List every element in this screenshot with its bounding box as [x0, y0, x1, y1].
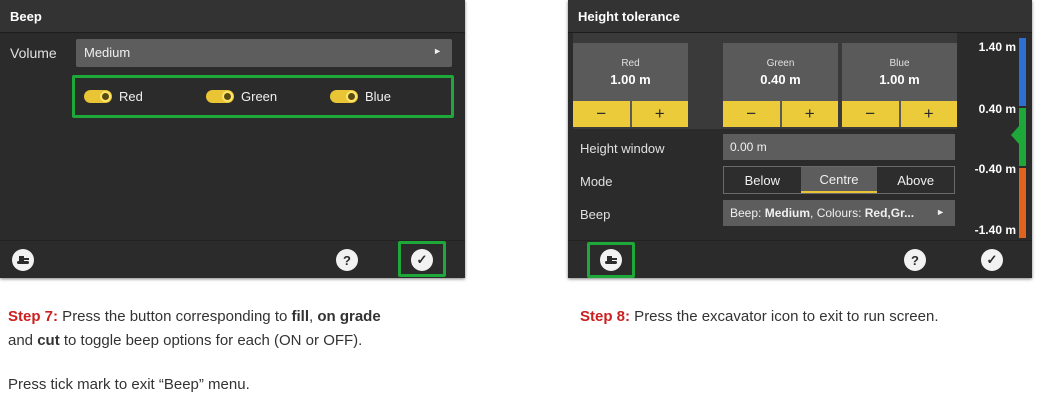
help-icon[interactable]: ? — [904, 249, 926, 271]
beep-colours: Red,Gr... — [864, 206, 915, 220]
scale-label-bottom: -1.40 m — [974, 223, 1016, 237]
toggle-switch-icon — [206, 89, 234, 103]
card-value: 1.00 m — [879, 72, 920, 87]
toggle-blue-label: Blue — [365, 88, 392, 104]
beep-label: Beep — [580, 207, 611, 222]
beep-summary: Beep: Medium, Colours: Red,Gr... — [730, 206, 914, 220]
volume-label: Volume — [10, 45, 57, 61]
step7-and: and — [8, 332, 38, 349]
beep-screen: Beep Volume Medium ► Red Green Blue ? ✓ — [0, 0, 465, 278]
beep-volume: Medium — [764, 206, 811, 220]
scale-fill-zone — [1019, 38, 1026, 106]
card-name: Red — [621, 58, 640, 69]
card-value: 0.40 m — [760, 72, 801, 87]
height-window-field[interactable]: 0.00 m — [723, 134, 955, 160]
mode-label: Mode — [580, 174, 613, 189]
volume-dropdown[interactable]: Medium ► — [76, 39, 452, 67]
volume-value: Medium — [84, 45, 131, 60]
decrease-button[interactable]: − — [573, 101, 630, 127]
tolerance-panel: Red 1.00 m − + Green 0.40 m − + Blue 1.0… — [573, 33, 957, 129]
decrease-button[interactable]: − — [723, 101, 780, 127]
step7-text: Press the button corresponding to — [58, 308, 292, 325]
step7-caption-line3: Press tick mark to exit “Beep” menu. — [8, 376, 250, 393]
mode-above[interactable]: Above — [877, 167, 955, 193]
dropdown-arrow-icon: ► — [936, 207, 945, 217]
scale-grade-zone — [1019, 108, 1026, 166]
tolerance-card-red: Red 1.00 m − + — [573, 43, 688, 127]
beep-mid: , Colours: — [810, 206, 865, 220]
help-icon[interactable]: ? — [336, 249, 358, 271]
toggle-green-label: Green — [241, 88, 278, 104]
mode-centre[interactable]: Centre — [800, 167, 878, 193]
step7-cut: cut — [37, 332, 60, 349]
card-name: Blue — [889, 58, 910, 69]
excavator-icon[interactable] — [12, 249, 34, 271]
beep-prefix: Beep: — [730, 206, 765, 220]
scale-label-upper: 0.40 m — [978, 102, 1016, 116]
scale-label-lower: -0.40 m — [974, 162, 1016, 176]
scale-cut-zone — [1019, 168, 1026, 238]
toggle-green[interactable]: Green — [206, 86, 277, 106]
step8-caption: Step 8: Press the excavator icon to exit… — [580, 306, 939, 328]
step7-fill: fill — [291, 308, 310, 325]
increase-button[interactable]: + — [898, 101, 957, 127]
grade-pointer-icon — [1011, 126, 1019, 144]
tolerance-card-green: Green 0.40 m − + — [723, 43, 838, 127]
toggle-red[interactable]: Red — [84, 86, 143, 106]
mode-below[interactable]: Below — [724, 167, 801, 193]
height-tolerance-screen: Height tolerance Red 1.00 m − + Green 0.… — [568, 0, 1032, 278]
bottom-bar: ? ✓ — [0, 240, 465, 278]
mode-selector: Below Centre Above — [723, 166, 955, 194]
step8-text: Press the excavator icon to exit to run … — [630, 308, 939, 325]
toggle-switch-icon — [84, 89, 112, 103]
toggle-switch-icon — [330, 89, 358, 103]
tolerance-card-blue: Blue 1.00 m − + — [842, 43, 957, 127]
step7-caption-line2: and cut to toggle beep options for each … — [8, 330, 362, 352]
scale-label-top: 1.40 m — [978, 40, 1016, 54]
bottom-bar: ? ✓ — [568, 240, 1032, 278]
height-tolerance-title: Height tolerance — [568, 0, 1032, 33]
step7-label: Step 7: — [8, 308, 59, 325]
toggle-blue[interactable]: Blue — [330, 86, 391, 106]
beep-title: Beep — [0, 0, 465, 33]
toggle-red-label: Red — [119, 88, 143, 104]
decrease-button[interactable]: − — [842, 101, 899, 127]
beep-dropdown[interactable]: Beep: Medium, Colours: Red,Gr... ► — [723, 200, 955, 226]
increase-button[interactable]: + — [629, 101, 688, 127]
increase-button[interactable]: + — [779, 101, 838, 127]
confirm-check-icon[interactable]: ✓ — [981, 249, 1003, 271]
step7-rest: to toggle beep options for each (ON or O… — [59, 332, 363, 349]
step7-ongrade: on grade — [317, 308, 381, 325]
step7-caption-line1: Step 7: Press the button corresponding t… — [8, 306, 381, 328]
height-window-value: 0.00 m — [730, 140, 767, 154]
card-name: Green — [766, 58, 795, 69]
confirm-check-icon[interactable]: ✓ — [411, 249, 433, 271]
step8-label: Step 8: — [580, 308, 631, 325]
excavator-icon[interactable] — [600, 249, 622, 271]
height-window-label: Height window — [580, 141, 665, 156]
card-value: 1.00 m — [610, 72, 651, 87]
dropdown-arrow-icon: ► — [433, 46, 442, 56]
